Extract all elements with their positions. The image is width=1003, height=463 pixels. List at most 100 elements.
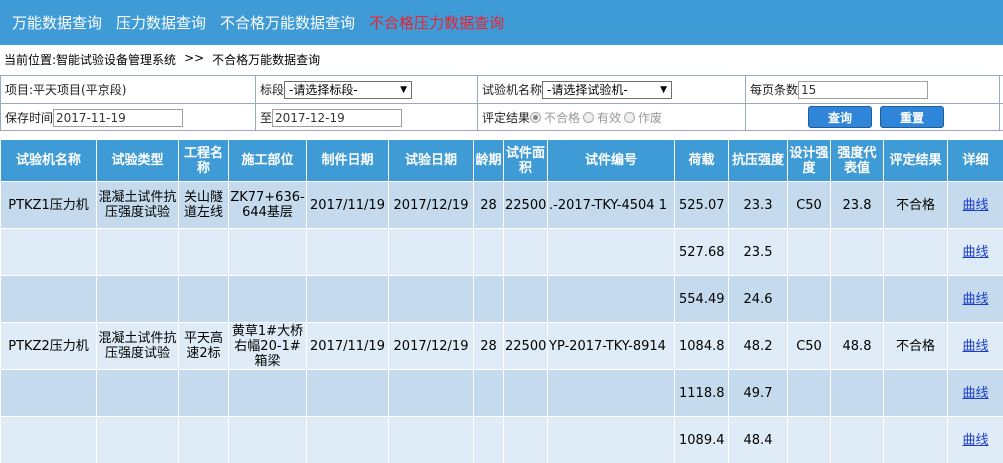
breadcrumb-separator: >> bbox=[184, 51, 205, 65]
cell-result bbox=[883, 369, 948, 417]
cell-result bbox=[883, 275, 948, 323]
machine-select[interactable]: -请选择试验机- ▼ bbox=[542, 80, 673, 99]
table-row: PTKZ1压力机 混凝土试件抗压强度试验 关山隧道左线 ZK77+636-644基层 2… bbox=[0, 181, 1003, 229]
result-cell: 评定结果 不合格 有效 作废 bbox=[478, 104, 746, 131]
actions-cell: 查询 重置 bbox=[746, 104, 1000, 131]
cell-area bbox=[503, 275, 548, 323]
cell-detail: 曲线 bbox=[947, 322, 1003, 370]
cell-test-type: 混凝土试件抗压强度试验 bbox=[96, 181, 179, 229]
table-header-row: 试验机名称 试验类型 工程名称 施工部位 制件日期 试验日期 龄期 试件面积 试… bbox=[0, 139, 1003, 182]
cell-project: 平天高速2标 bbox=[178, 322, 229, 370]
col-sample-no: 试件编号 bbox=[547, 139, 675, 182]
cell-make-date: 2017/11/19 bbox=[306, 181, 389, 229]
cell-design bbox=[787, 275, 831, 323]
cell-part: 黄草1#大桥右幅20-1#箱梁 bbox=[228, 322, 307, 370]
cell-load: 1089.4 bbox=[674, 416, 729, 463]
cell-area: 22500 bbox=[503, 322, 548, 370]
curve-link[interactable]: 曲线 bbox=[962, 245, 988, 260]
breadcrumb-prefix: 当前位置:智能试验设备管理系统 bbox=[4, 53, 177, 67]
nav-pressure-data[interactable]: 压力数据查询 bbox=[116, 12, 206, 33]
breadcrumb-current: 不合格万能数据查询 bbox=[212, 53, 321, 67]
cell-strength: 48.4 bbox=[728, 416, 788, 463]
cell-load: 527.68 bbox=[674, 228, 729, 276]
table-row: 1089.4 48.4 曲线 bbox=[0, 416, 1003, 463]
section-select[interactable]: -请选择标段- ▼ bbox=[284, 80, 413, 99]
chevron-down-icon: ▼ bbox=[660, 84, 668, 95]
cell-project: 关山隧道左线 bbox=[178, 181, 229, 229]
cell-make-date bbox=[306, 416, 389, 463]
radio-failed[interactable] bbox=[530, 112, 542, 123]
cell-part: ZK77+636-644基层 bbox=[228, 181, 307, 229]
save-time-cell: 保存时间 bbox=[0, 104, 256, 131]
col-rep-value: 强度代表值 bbox=[830, 139, 884, 182]
cell-test-date bbox=[388, 275, 474, 323]
cell-part bbox=[228, 416, 307, 463]
cell-strength: 49.7 bbox=[728, 369, 788, 417]
curve-link[interactable]: 曲线 bbox=[962, 198, 988, 213]
cell-make-date: 2017/11/19 bbox=[306, 322, 389, 370]
cell-test-date bbox=[388, 416, 474, 463]
table-row: PTKZ2压力机 混凝土试件抗压强度试验 平天高速2标 黄草1#大桥右幅20-1#箱梁… bbox=[0, 322, 1003, 370]
cell-age bbox=[473, 416, 504, 463]
reset-button[interactable]: 重置 bbox=[880, 106, 944, 128]
cell-project bbox=[178, 369, 229, 417]
filter-row-1: 项目:平天项目(平京段) 标段 -请选择标段- ▼ 试验机名称 -请选择试验机- ▼… bbox=[0, 76, 1003, 104]
cell-design bbox=[787, 228, 831, 276]
curve-link[interactable]: 曲线 bbox=[962, 292, 988, 307]
cell-rep-value bbox=[830, 369, 884, 417]
curve-link[interactable]: 曲线 bbox=[962, 433, 988, 448]
col-part: 施工部位 bbox=[228, 139, 307, 182]
query-button[interactable]: 查询 bbox=[808, 106, 872, 128]
cell-machine: PTKZ2压力机 bbox=[0, 322, 97, 370]
cell-machine bbox=[0, 275, 97, 323]
cell-detail: 曲线 bbox=[947, 181, 1003, 229]
table-row: 1118.8 49.7 曲线 bbox=[0, 369, 1003, 417]
radio-void[interactable] bbox=[624, 112, 636, 123]
nav-failed-pressure-data[interactable]: 不合格压力数据查询 bbox=[369, 12, 504, 33]
nav-universal-data[interactable]: 万能数据查询 bbox=[12, 12, 102, 33]
cell-detail: 曲线 bbox=[947, 228, 1003, 276]
cell-strength: 48.2 bbox=[728, 322, 788, 370]
radio-valid[interactable] bbox=[583, 112, 595, 123]
cell-test-date: 2017/12/19 bbox=[388, 322, 474, 370]
cell-sample-no bbox=[547, 275, 675, 323]
curve-link[interactable]: 曲线 bbox=[962, 339, 988, 354]
page-size-input[interactable] bbox=[798, 80, 929, 99]
col-detail: 详细 bbox=[947, 139, 1003, 182]
nav-failed-universal-data[interactable]: 不合格万能数据查询 bbox=[220, 12, 355, 33]
breadcrumb: 当前位置:智能试验设备管理系统 >> 不合格万能数据查询 bbox=[4, 51, 320, 67]
date-to-cell: 至 bbox=[256, 104, 478, 131]
cell-result: 不合格 bbox=[883, 322, 948, 370]
result-label: 评定结果 bbox=[482, 111, 531, 125]
cell-area bbox=[503, 369, 548, 417]
cell-sample-no: YP-2017-TKY-8914 bbox=[547, 322, 675, 370]
cell-part bbox=[228, 275, 307, 323]
col-test-type: 试验类型 bbox=[96, 139, 179, 182]
cell-test-date bbox=[388, 228, 474, 276]
page-size-label: 每页条数 bbox=[750, 83, 799, 97]
cell-project bbox=[178, 228, 229, 276]
cell-strength: 23.3 bbox=[728, 181, 788, 229]
save-time-label: 保存时间 bbox=[5, 111, 54, 125]
project-cell: 项目:平天项目(平京段) bbox=[0, 76, 256, 103]
cell-rep-value: 48.8 bbox=[830, 322, 884, 370]
section-label: 标段 bbox=[260, 83, 285, 97]
date-to-input[interactable] bbox=[272, 108, 403, 127]
col-design: 设计强度 bbox=[787, 139, 831, 182]
result-radio-group: 不合格 有效 作废 bbox=[530, 109, 662, 126]
cell-part bbox=[228, 369, 307, 417]
col-area: 试件面积 bbox=[503, 139, 548, 182]
cell-area bbox=[503, 228, 548, 276]
cell-age: 28 bbox=[473, 181, 504, 229]
cell-machine bbox=[0, 228, 97, 276]
cell-age bbox=[473, 228, 504, 276]
cell-detail: 曲线 bbox=[947, 369, 1003, 417]
filter-form: 项目:平天项目(平京段) 标段 -请选择标段- ▼ 试验机名称 -请选择试验机- ▼… bbox=[0, 75, 1003, 131]
cell-sample-no bbox=[547, 228, 675, 276]
cell-project bbox=[178, 275, 229, 323]
date-from-input[interactable] bbox=[53, 108, 184, 127]
cell-strength: 23.5 bbox=[728, 228, 788, 276]
cell-design bbox=[787, 416, 831, 463]
cell-test-date bbox=[388, 369, 474, 417]
curve-link[interactable]: 曲线 bbox=[962, 386, 988, 401]
